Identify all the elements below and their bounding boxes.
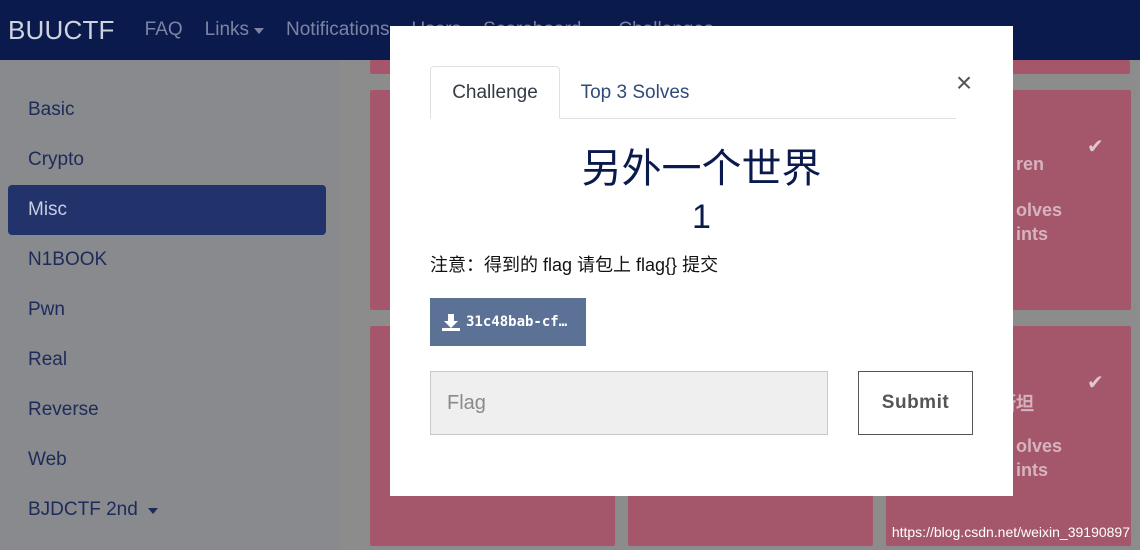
challenge-points: 1: [692, 198, 711, 236]
sidebar-item-crypto[interactable]: Crypto: [8, 135, 326, 185]
sidebar-item-label: Crypto: [28, 149, 84, 170]
challenge-card-name: ren: [1016, 154, 1045, 174]
submit-button[interactable]: Submit: [858, 371, 973, 435]
file-name: 31c48bab-cf…: [466, 314, 568, 330]
sidebar-item-label: BJDCTF 2nd: [28, 499, 138, 520]
category-sidebar: Basic Crypto Misc N1BOOK Pwn Real Revers…: [0, 60, 340, 550]
sidebar-item-label: N1BOOK: [28, 249, 108, 270]
challenge-card-solves: olves: [1016, 200, 1063, 220]
sidebar-item-n1book[interactable]: N1BOOK: [8, 235, 326, 285]
challenge-modal: Challenge Top 3 Solves × 另外一个世界 1 注意：得到的…: [390, 26, 1013, 496]
challenge-card-points: ints: [1016, 460, 1049, 480]
nav-notifications[interactable]: Notifications: [286, 19, 390, 41]
chevron-down-icon: [254, 28, 265, 34]
sidebar-item-label: Pwn: [28, 299, 65, 320]
nav-links-label: Links: [204, 19, 250, 40]
tab-challenge[interactable]: Challenge: [430, 66, 560, 119]
tab-label: Challenge: [452, 81, 538, 103]
sidebar-item-bjdctf-2nd[interactable]: BJDCTF 2nd: [8, 485, 326, 535]
nav-notifications-label: Notifications: [286, 19, 390, 40]
modal-tabs: Challenge Top 3 Solves: [430, 66, 956, 119]
nav-links[interactable]: Links: [204, 19, 265, 41]
watermark: https://blog.csdn.net/weixin_39190897: [891, 524, 1130, 540]
challenge-card-points: ints: [1016, 224, 1049, 244]
chevron-down-icon: [147, 508, 158, 514]
challenge-description: 注意：得到的 flag 请包上 flag{} 提交: [430, 255, 719, 275]
sidebar-item-label: Reverse: [28, 399, 99, 420]
download-icon: [442, 314, 460, 331]
challenge-title: 另外一个世界: [581, 147, 822, 191]
tab-label: Top 3 Solves: [580, 81, 690, 103]
sidebar-item-label: Basic: [28, 99, 75, 120]
sidebar-item-reverse[interactable]: Reverse: [8, 385, 326, 435]
sidebar-item-pwn[interactable]: Pwn: [8, 285, 326, 335]
check-icon: ✔: [1087, 372, 1104, 394]
flag-input[interactable]: [430, 371, 828, 435]
close-icon[interactable]: ×: [952, 68, 976, 98]
sidebar-item-misc[interactable]: Misc: [8, 185, 326, 235]
sidebar-item-label: Web: [28, 449, 67, 470]
download-file-button[interactable]: 31c48bab-cf…: [430, 298, 586, 346]
sidebar-item-label: Real: [28, 349, 68, 370]
nav-faq-label: FAQ: [144, 19, 183, 40]
sidebar-item-web[interactable]: Web: [8, 435, 326, 485]
sidebar-item-real[interactable]: Real: [8, 335, 326, 385]
sidebar-item-label: Misc: [28, 199, 68, 220]
tab-top-3-solves[interactable]: Top 3 Solves: [560, 66, 710, 119]
sidebar-item-basic[interactable]: Basic: [8, 85, 326, 135]
challenge-card-solves: olves: [1016, 436, 1063, 456]
check-icon: ✔: [1087, 136, 1104, 158]
brand-logo[interactable]: BUUCTF: [8, 15, 115, 46]
nav-faq[interactable]: FAQ: [145, 19, 183, 41]
